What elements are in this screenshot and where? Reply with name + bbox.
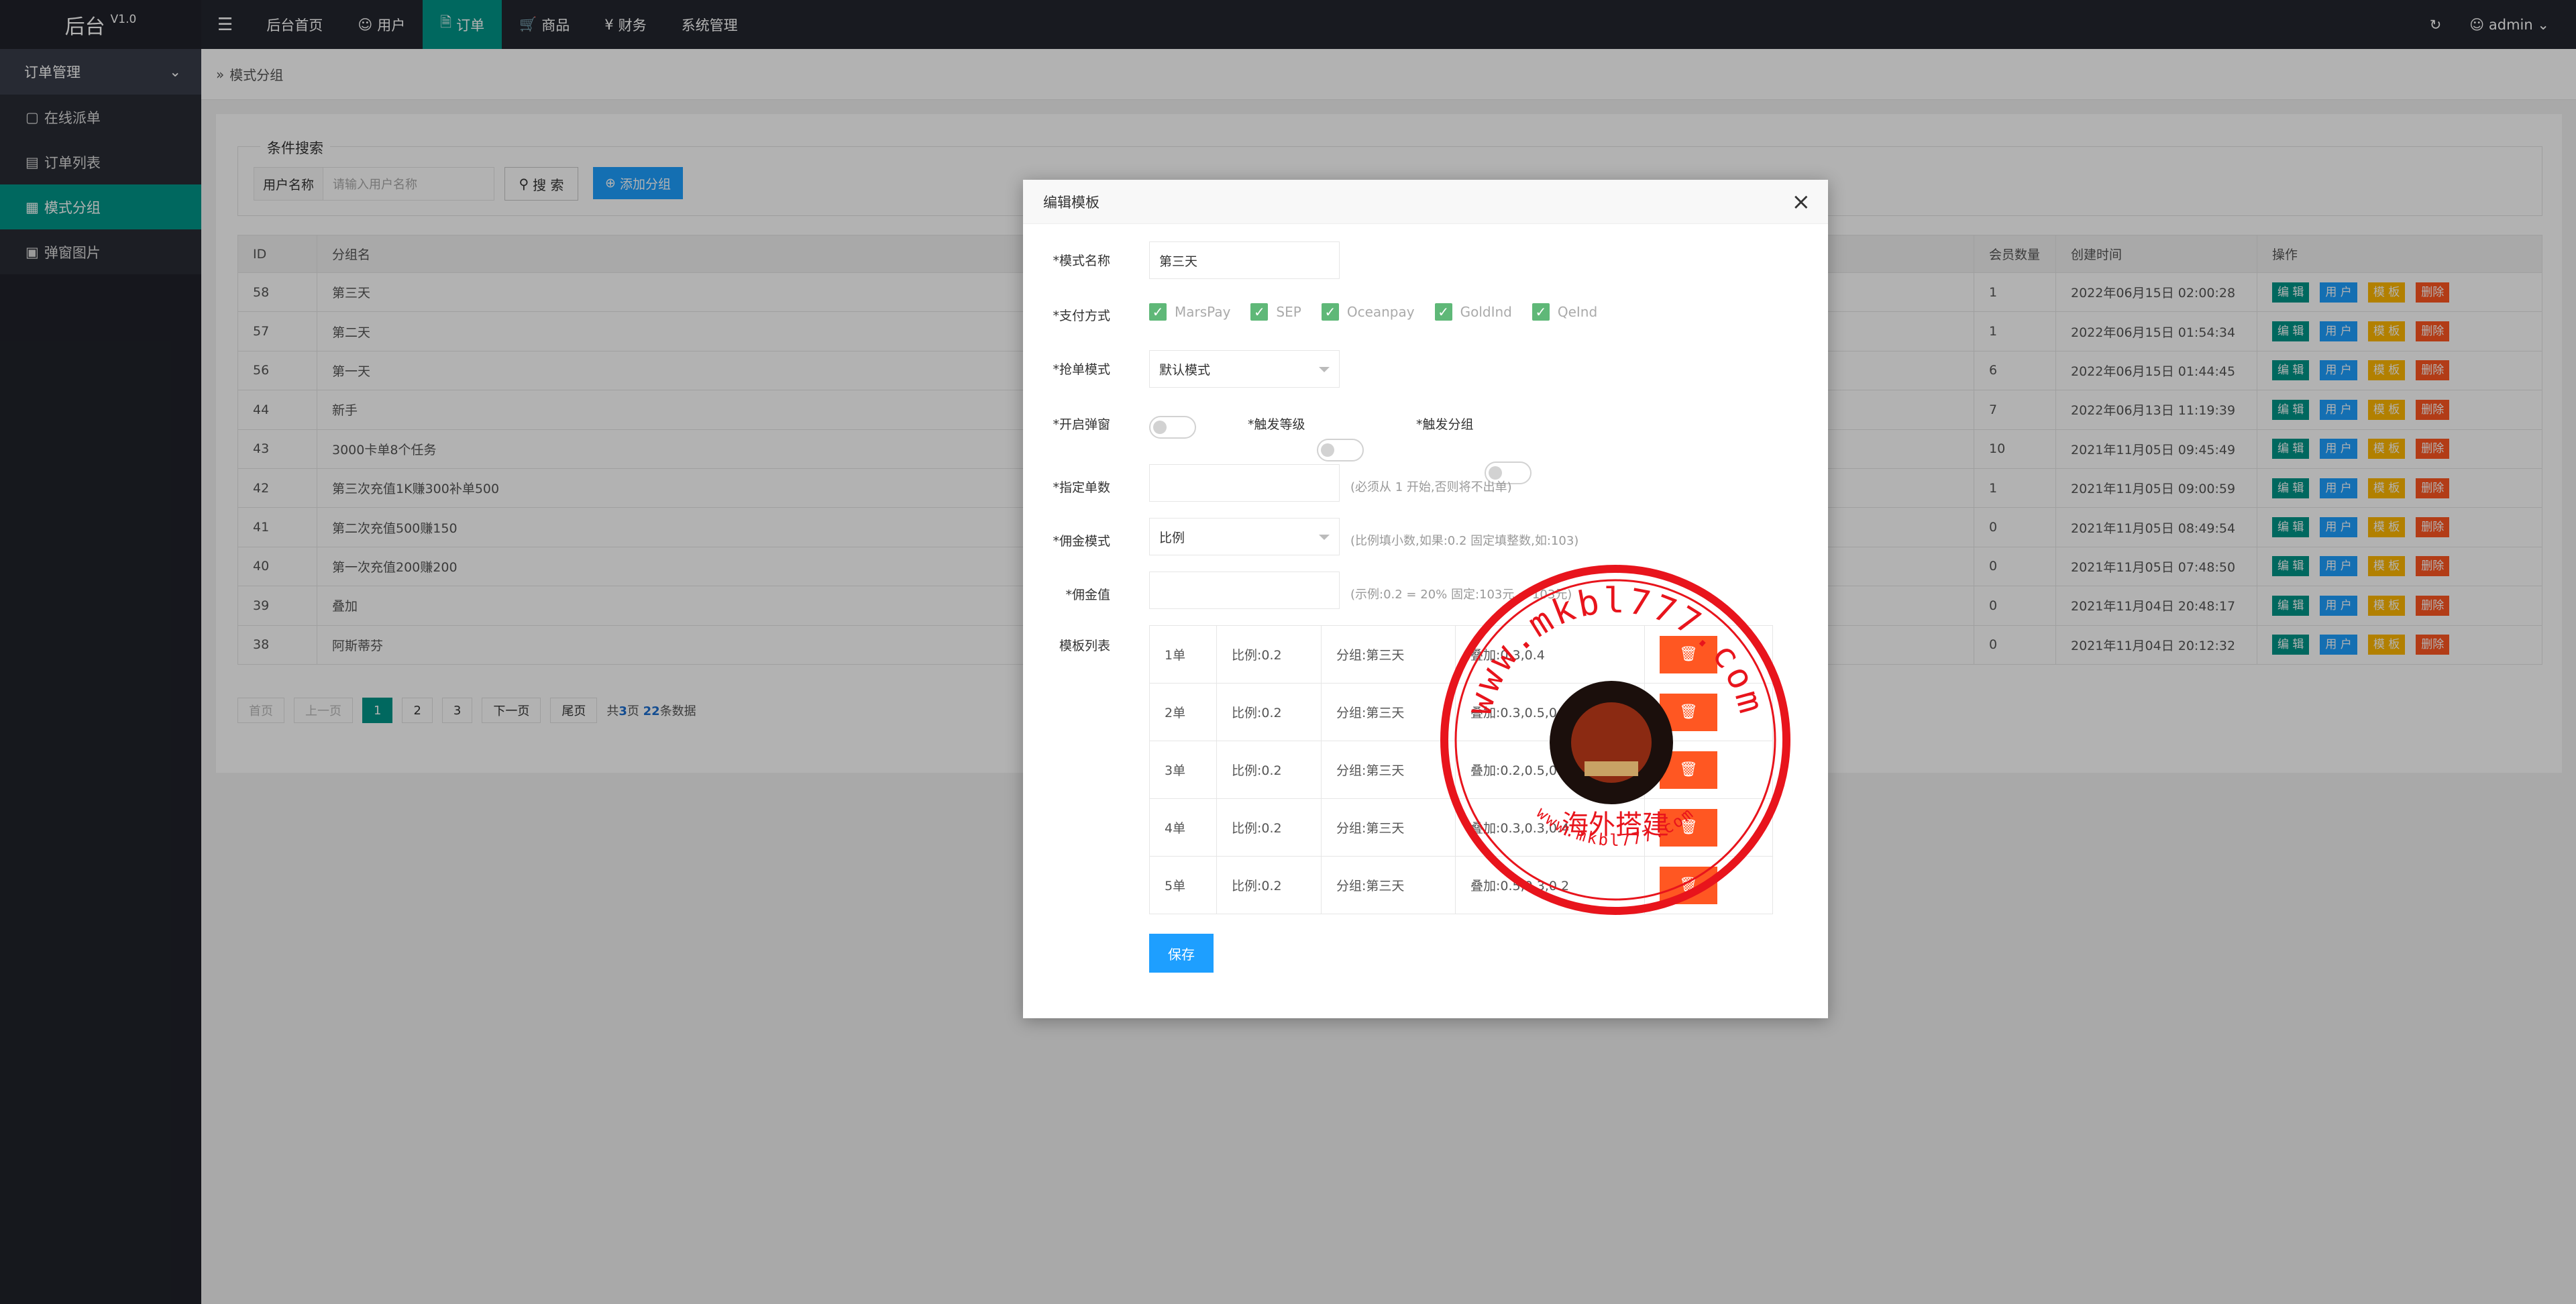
save-button[interactable]: 保存 [1149,934,1214,973]
checkbox-checked-icon: ✓ [1532,303,1550,321]
commission-value-input[interactable] [1149,572,1340,609]
caret-down-icon [1319,367,1330,372]
field-template-label: 模板列表 [1059,639,1110,653]
checkbox-checked-icon: ✓ [1149,303,1167,321]
dialog-title: 编辑模板 [1023,180,1828,224]
pay-option-label: GoldInd [1460,304,1512,320]
close-icon[interactable]: × [1792,189,1811,215]
commission-mode-value: 比例 [1159,530,1185,545]
field-trigger-level-label: *触发等级 [1248,417,1305,432]
pay-option-label: QeInd [1557,304,1598,320]
tpl-ratio: 比例:0.2 [1216,798,1322,857]
checkbox-checked-icon: ✓ [1250,303,1269,321]
field-trigger-group-label: *触发分组 [1416,417,1474,432]
tpl-order: 3单 [1149,741,1217,799]
checkbox-checked-icon: ✓ [1321,303,1339,321]
field-name-label: *模式名称 [1053,254,1110,268]
tpl-order: 2单 [1149,683,1217,741]
field-count-label: *指定单数 [1053,480,1110,495]
tpl-ratio: 比例:0.2 [1216,683,1322,741]
stamp-center-text: 海外搭建 [1562,810,1669,840]
pay-option-label: Oceanpay [1346,304,1415,320]
field-commission-value-label: *佣金值 [1065,588,1110,602]
pay-option-marspay[interactable]: ✓ MarsPay [1149,303,1230,321]
popup-switch[interactable] [1149,416,1196,439]
pay-options: ✓ MarsPay ✓ SEP ✓ Oceanpay ✓ GoldInd ✓ QeInd [1149,303,1597,321]
pay-option-qeind[interactable]: ✓ QeInd [1532,303,1597,321]
commission-mode-select[interactable]: 比例 [1149,518,1340,555]
trigger-level-switch[interactable] [1317,439,1364,461]
tpl-order: 5单 [1149,856,1217,914]
commission-mode-hint: (比例填小数,如果:0.2 固定填整数,如:103) [1350,534,1579,548]
pay-option-label: MarsPay [1175,304,1231,320]
checkbox-checked-icon: ✓ [1434,303,1452,321]
field-popup-label: *开启弹窗 [1053,417,1110,432]
pay-option-oceanpay[interactable]: ✓ Oceanpay [1321,303,1415,321]
stamp-emblem-plaque [1585,761,1638,776]
field-pay-label: *支付方式 [1053,309,1110,323]
seal-stamp-watermark: www.mkbl777.com www.mkbl777.com 海外搭建 [1440,565,1790,915]
order-count-hint: (必须从 1 开始,否则将不出单) [1350,480,1512,494]
pay-option-label: SEP [1276,304,1301,320]
caret-down-icon [1319,535,1330,540]
pay-option-goldind[interactable]: ✓ GoldInd [1434,303,1512,321]
pay-option-sep[interactable]: ✓ SEP [1250,303,1301,321]
tpl-ratio: 比例:0.2 [1216,856,1322,914]
tpl-order: 1单 [1149,625,1217,684]
tpl-ratio: 比例:0.2 [1216,625,1322,684]
order-count-input[interactable] [1149,464,1340,502]
name-input[interactable]: 第三天 [1149,241,1340,279]
tpl-ratio: 比例:0.2 [1216,741,1322,799]
grab-mode-select[interactable]: 默认模式 [1149,350,1340,388]
field-commission-mode-label: *佣金模式 [1053,534,1110,549]
grab-mode-value: 默认模式 [1159,362,1211,378]
field-grab-label: *抢单模式 [1053,362,1110,377]
tpl-order: 4单 [1149,798,1217,857]
